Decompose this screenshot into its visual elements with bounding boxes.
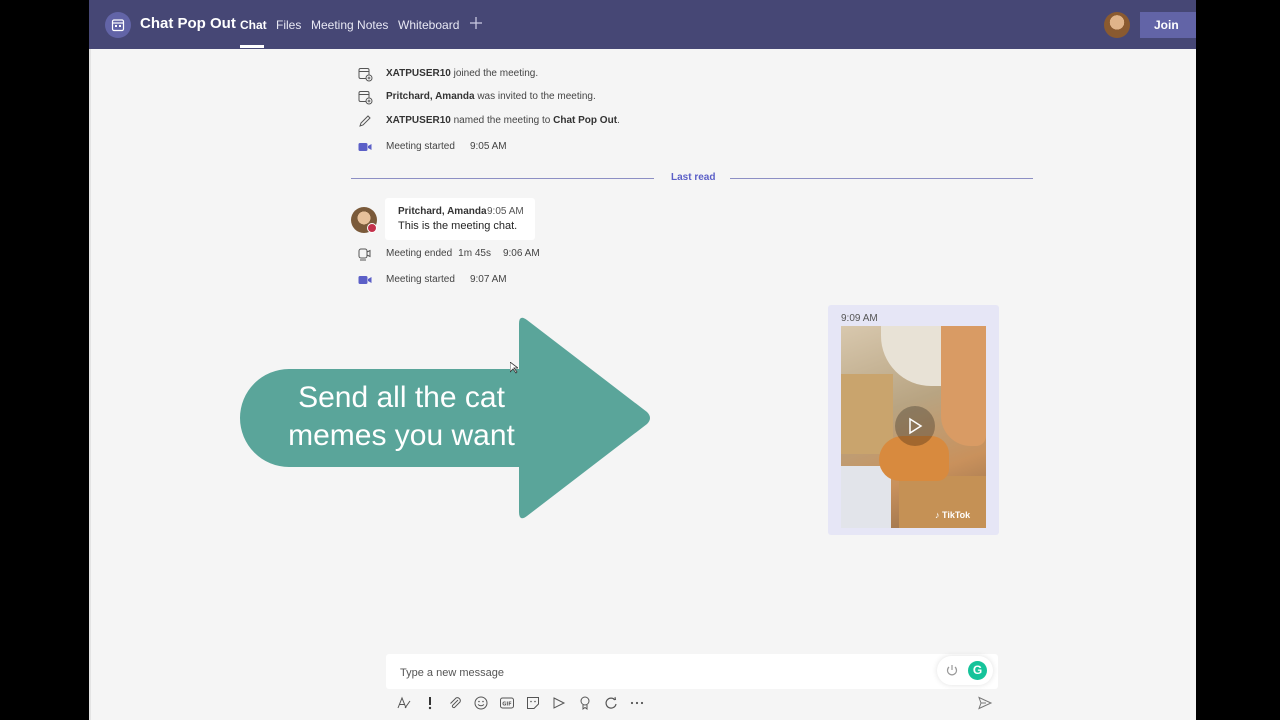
join-button[interactable]: Join: [1140, 12, 1196, 38]
call-end-icon: [357, 246, 373, 262]
compose-box: G: [386, 654, 998, 689]
last-read-label: Last read: [671, 172, 716, 183]
active-tab-indicator: [240, 45, 264, 48]
svg-text:GIF: GIF: [502, 702, 511, 708]
power-icon[interactable]: [945, 663, 959, 677]
message-input[interactable]: [398, 662, 922, 684]
tab-chat[interactable]: Chat: [240, 18, 267, 32]
callout-text: Send all the cat memes you want: [249, 379, 554, 455]
plus-icon[interactable]: [470, 13, 482, 34]
tab-files[interactable]: Files: [276, 18, 301, 32]
video-camera-icon: [357, 272, 373, 288]
message-sender: Pritchard, Amanda: [398, 206, 487, 217]
event-text: Meeting started 9:07 AM: [386, 274, 507, 285]
calendar-add-icon: [357, 89, 373, 105]
callout-line: Send all the cat: [298, 381, 505, 414]
chat-message[interactable]: Pritchard, Amanda 9:05 AM This is the me…: [385, 198, 535, 240]
meeting-title: Chat Pop Out: [140, 15, 236, 32]
attach-icon[interactable]: [447, 695, 463, 711]
video-frame-detail: [941, 326, 986, 446]
mouse-cursor-icon: [509, 361, 520, 377]
header-bar: Chat Pop Out Chat Files Meeting Notes Wh…: [89, 0, 1196, 49]
message-text: This is the meeting chat.: [398, 220, 518, 232]
message-time: 9:05 AM: [487, 206, 524, 217]
last-read-divider: [351, 178, 654, 179]
event-text: Meeting ended 1m 45s 9:06 AM: [386, 248, 540, 259]
play-icon[interactable]: [895, 406, 935, 446]
message-time: 9:09 AM: [841, 313, 878, 324]
sticker-icon[interactable]: [525, 695, 541, 711]
video-camera-icon: [357, 139, 373, 155]
video-frame-detail: [841, 466, 891, 528]
video-thumbnail[interactable]: ♪ TikTok: [841, 326, 986, 528]
format-icon[interactable]: [396, 695, 412, 711]
tab-meeting-notes[interactable]: Meeting Notes: [311, 18, 388, 32]
event-text: XATPUSER10 joined the meeting.: [386, 68, 539, 79]
presence-busy-badge: [367, 223, 377, 233]
emoji-icon[interactable]: [473, 695, 489, 711]
event-text: Pritchard, Amanda was invited to the mee…: [386, 91, 596, 102]
important-icon[interactable]: [422, 695, 438, 711]
more-options-icon[interactable]: [629, 695, 645, 711]
gif-icon[interactable]: GIF: [499, 695, 515, 711]
tab-whiteboard[interactable]: Whiteboard: [398, 18, 459, 32]
meeting-calendar-icon: [105, 12, 131, 38]
last-read-divider: [730, 178, 1033, 179]
loop-icon[interactable]: [603, 695, 619, 711]
tiktok-watermark: ♪ TikTok: [935, 510, 971, 520]
grammarly-icon[interactable]: G: [968, 661, 987, 680]
pencil-icon: [357, 113, 373, 129]
chat-window: Chat Pop Out Chat Files Meeting Notes Wh…: [89, 0, 1196, 720]
calendar-add-icon: [357, 66, 373, 82]
event-text: Meeting started 9:05 AM: [386, 141, 507, 152]
send-icon[interactable]: [977, 695, 993, 711]
video-frame-detail: [899, 476, 986, 528]
callout-line: memes you want: [288, 419, 515, 452]
user-avatar[interactable]: [1104, 12, 1130, 38]
event-text: XATPUSER10 named the meeting to Chat Pop…: [386, 115, 620, 126]
window-edge: [89, 49, 91, 720]
praise-icon[interactable]: [577, 695, 593, 711]
meet-now-icon[interactable]: [551, 695, 567, 711]
grammarly-widget[interactable]: G: [937, 656, 993, 685]
sent-message[interactable]: 9:09 AM ♪ TikTok: [828, 305, 999, 535]
